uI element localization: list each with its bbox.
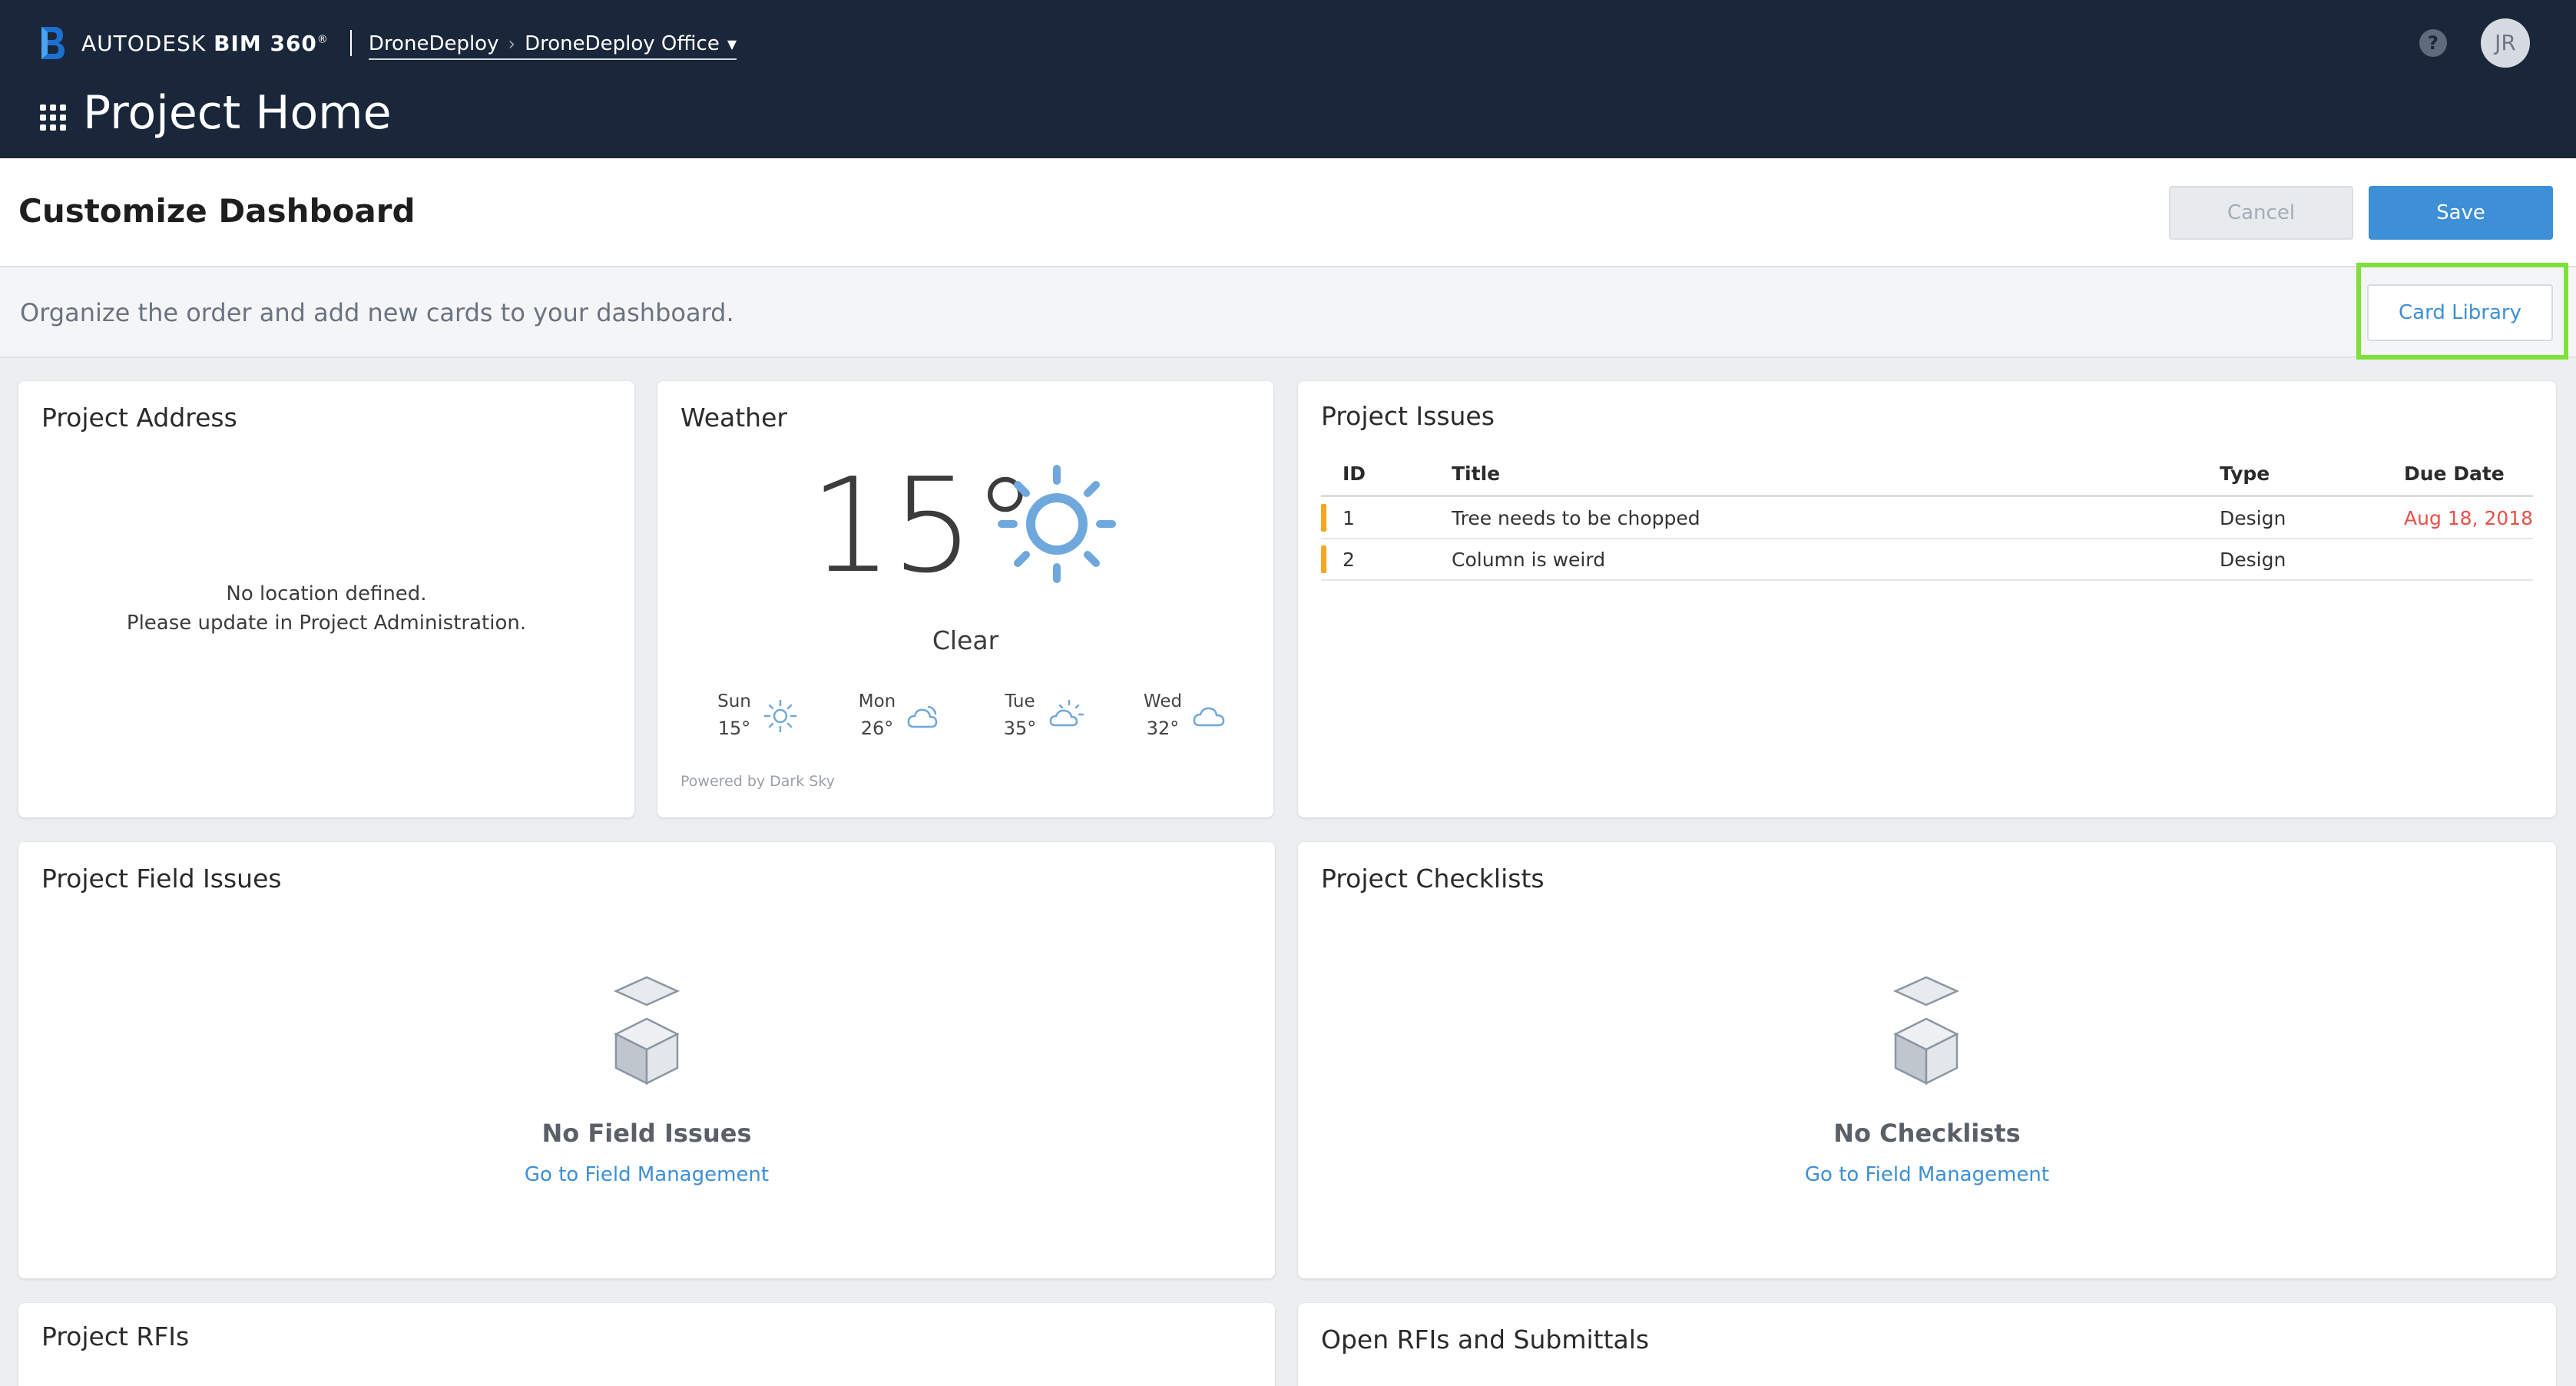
forecast-temp: 26°: [860, 718, 894, 739]
forecast-day-label: Sun: [717, 691, 751, 711]
go-to-field-management-link[interactable]: Go to Field Management: [1298, 1163, 2556, 1186]
column-header-title[interactable]: Title: [1452, 463, 1500, 485]
project-field-issues-card[interactable]: Project Field Issues No Field Issues Go …: [18, 842, 1275, 1278]
project-issues-card[interactable]: Project Issues ID Title Type Due Date 1 …: [1298, 381, 2556, 817]
project-address-card[interactable]: Project Address No location defined. Ple…: [18, 381, 634, 817]
chevron-right-icon: ›: [508, 33, 516, 55]
breadcrumb: DroneDeploy › DroneDeploy Office ▼: [368, 32, 737, 60]
brand: AUTODESK BIM 360® DroneDeploy › DroneDep…: [40, 23, 737, 63]
brand-divider: [349, 30, 352, 56]
column-header-type[interactable]: Type: [2220, 463, 2270, 485]
card-title: Project Issues: [1321, 401, 1495, 431]
issue-id: 1: [1343, 507, 1355, 529]
open-rfis-submittals-card[interactable]: Open RFIs and Submittals: [1298, 1303, 2556, 1386]
go-to-field-management-link[interactable]: Go to Field Management: [18, 1163, 1275, 1186]
empty-state-title: No Checklists: [1833, 1119, 2021, 1148]
customize-title: Customize Dashboard: [18, 192, 416, 230]
sun-icon: [763, 699, 797, 733]
forecast-temp: 32°: [1146, 718, 1180, 739]
instruction-bar: Organize the order and add new cards to …: [0, 267, 2576, 358]
card-title: Project Checklists: [1321, 864, 1545, 894]
issue-due-date: Aug 18, 2018: [2404, 507, 2534, 529]
card-library-button[interactable]: Card Library: [2367, 284, 2553, 341]
issue-type: Design: [2220, 549, 2286, 571]
issue-title: Column is weird: [1452, 549, 1606, 571]
instruction-text: Organize the order and add new cards to …: [20, 298, 734, 327]
card-title: Project RFIs: [41, 1321, 190, 1351]
app-grid-icon[interactable]: [40, 104, 66, 131]
avatar[interactable]: JR: [2481, 18, 2530, 68]
top-header: AUTODESK BIM 360® DroneDeploy › DroneDep…: [0, 0, 2576, 158]
project-rfis-card[interactable]: Project RFIs: [18, 1303, 1275, 1386]
empty-box-icon: [1892, 976, 1960, 1086]
empty-box-icon: [613, 976, 680, 1086]
cancel-button[interactable]: Cancel: [2169, 186, 2353, 240]
forecast-day: Wed 32°: [1140, 691, 1263, 745]
forecast-day: Sun 15°: [711, 691, 834, 745]
forecast-temp: 35°: [1003, 718, 1037, 739]
issue-title: Tree needs to be chopped: [1452, 507, 1700, 529]
card-title: Weather: [680, 403, 787, 433]
page-title: Project Home: [83, 86, 392, 140]
brand-tm: ®: [316, 33, 329, 46]
forecast-day: Mon 26°: [854, 691, 977, 745]
issue-id: 2: [1343, 549, 1355, 571]
cloud-icon: [1193, 707, 1225, 727]
brand-name[interactable]: AUTODESK BIM 360®: [81, 31, 329, 56]
forecast-day-label: Wed: [1143, 691, 1183, 711]
forecast-temp: 15°: [717, 718, 751, 739]
save-button[interactable]: Save: [2369, 186, 2553, 240]
column-header-due-date[interactable]: Due Date: [2404, 463, 2505, 485]
forecast-day: Tue 35°: [997, 691, 1120, 745]
column-header-id[interactable]: ID: [1343, 463, 1366, 485]
sun-icon: [998, 465, 1116, 583]
bim360-logo-icon: [41, 27, 65, 59]
breadcrumb-project[interactable]: DroneDeploy Office: [525, 32, 720, 55]
powered-by-text[interactable]: Powered by Dark Sky: [680, 773, 835, 790]
forecast-day-label: Mon: [858, 691, 896, 711]
caret-down-icon[interactable]: ▼: [727, 37, 737, 51]
table-row[interactable]: 1 Tree needs to be chopped Design Aug 18…: [1321, 498, 2533, 539]
brand-product: BIM 360: [214, 30, 317, 56]
status-marker: [1321, 545, 1326, 573]
address-empty-line2: Please update in Project Administration.: [126, 612, 527, 635]
card-title: Open RFIs and Submittals: [1321, 1325, 1650, 1354]
forecast-day-label: Tue: [1005, 691, 1035, 711]
weather-card[interactable]: Weather 15° Clear Sun 15° Mon 26° Tue 35…: [657, 381, 1273, 817]
card-title: Project Address: [41, 403, 237, 433]
project-checklists-card[interactable]: Project Checklists No Checklists Go to F…: [1298, 842, 2556, 1278]
table-header-divider: [1321, 495, 2533, 497]
weather-condition: Clear: [932, 625, 999, 655]
help-icon[interactable]: ?: [2419, 29, 2447, 57]
issue-type: Design: [2220, 507, 2286, 529]
brand-prefix: AUTODESK: [81, 30, 207, 56]
partly-sunny-icon: [1049, 699, 1084, 727]
partly-cloudy-icon: [907, 705, 938, 728]
address-empty-line1: No location defined.: [226, 582, 427, 605]
table-row[interactable]: 2 Column is weird Design: [1321, 539, 2533, 581]
status-marker: [1321, 504, 1326, 532]
breadcrumb-account[interactable]: DroneDeploy: [369, 32, 499, 55]
card-title: Project Field Issues: [41, 864, 282, 894]
empty-state-title: No Field Issues: [541, 1119, 752, 1148]
customize-toolbar: Customize Dashboard Cancel Save: [0, 158, 2576, 267]
